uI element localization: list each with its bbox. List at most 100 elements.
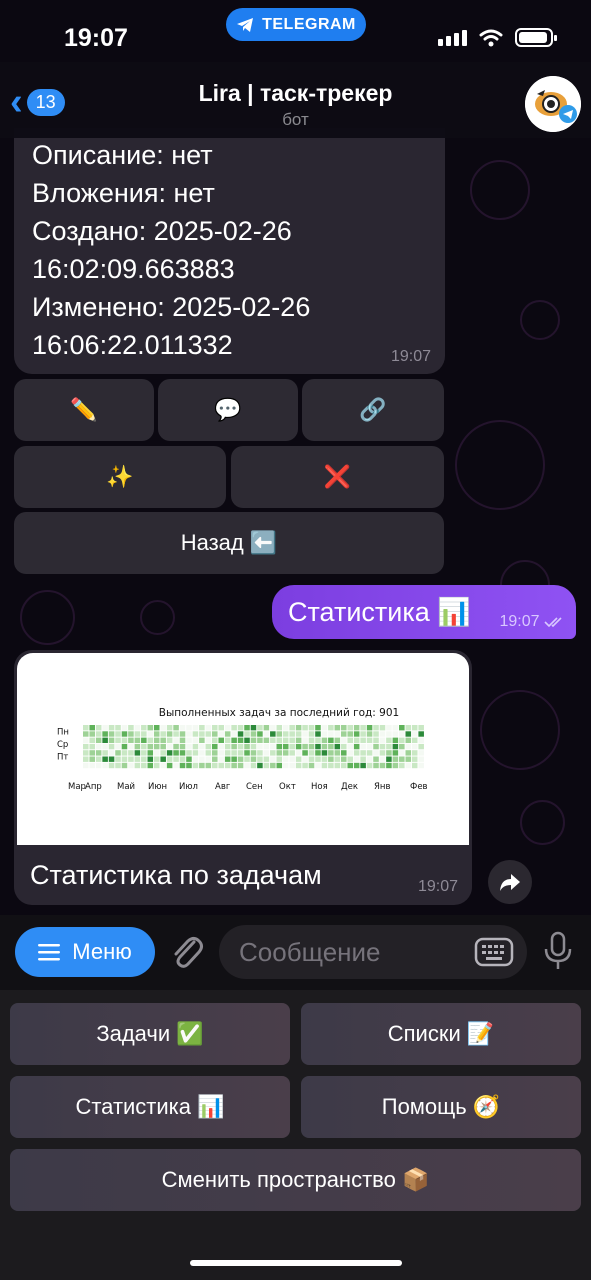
task-created-time-line: 16:02:09.663883 (32, 254, 235, 284)
heatmap-cell (392, 725, 399, 731)
heatmap-cell (334, 737, 341, 743)
task-attachments-line: Вложения: нет (32, 178, 215, 208)
comment-button[interactable]: 💬 (158, 379, 298, 441)
heatmap-cell (418, 731, 424, 737)
telegram-pill[interactable]: TELEGRAM (226, 8, 366, 41)
heatmap-cell (373, 756, 379, 762)
outgoing-time: 19:07 (499, 613, 540, 630)
heatmap-cell (373, 725, 379, 731)
heatmap-cell (379, 756, 386, 762)
switch-space-button[interactable]: Сменить пространство 📦 (10, 1149, 581, 1211)
heatmap-cell (186, 743, 192, 750)
heatmap-cell (173, 743, 179, 750)
heatmap-cell (192, 743, 199, 750)
heatmap-cell (405, 725, 412, 731)
heatmap-cell (386, 756, 392, 762)
heatmap-cell (289, 737, 295, 743)
heatmap-cell (231, 743, 237, 750)
back-inline-button[interactable]: Назад ⬅️ (14, 512, 444, 574)
home-indicator[interactable] (190, 1260, 402, 1266)
heatmap-cell (341, 750, 347, 756)
chat-title[interactable]: Lira | таск-трекер (0, 80, 591, 107)
heatmap-cell (257, 762, 263, 769)
lists-button[interactable]: Списки 📝 (301, 1003, 581, 1065)
heatmap-cell (321, 737, 328, 743)
paperclip-icon[interactable] (170, 933, 204, 971)
tasks-button[interactable]: Задачи ✅ (10, 1003, 290, 1065)
heatmap-cell (108, 762, 115, 769)
heatmap-cell (250, 737, 257, 743)
heatmap-cell (353, 737, 360, 743)
heatmap-cell (405, 731, 412, 737)
outgoing-message: Статистика 📊 19:07 (272, 585, 576, 639)
heatmap-x-label: Ноя (311, 782, 328, 792)
heatmap-cell (295, 762, 302, 769)
heatmap-cell (411, 762, 418, 769)
help-button[interactable]: Помощь 🧭 (301, 1076, 581, 1138)
heatmap-cell (102, 737, 108, 743)
heatmap-cell (315, 737, 321, 743)
heatmap-cell (392, 731, 399, 737)
heatmap-cell (237, 750, 244, 756)
heatmap-cell (250, 762, 257, 769)
sparkles-icon: ✨ (106, 464, 134, 489)
edit-button[interactable]: ✏️ (14, 379, 154, 441)
heatmap-cell (160, 750, 166, 756)
heatmap-cell (95, 762, 102, 769)
heatmap-cell (257, 743, 263, 750)
heatmap-cell (270, 731, 276, 737)
heatmap-cell (302, 725, 308, 731)
heatmap-cell (153, 743, 160, 750)
heatmap-cell (263, 731, 270, 737)
stats-image[interactable]: Выполненных задач за последний год: 901 … (17, 653, 469, 845)
telegram-pill-label: TELEGRAM (262, 15, 356, 33)
heatmap-cell (186, 756, 192, 762)
heatmap-cell (373, 737, 379, 743)
heatmap-cell (153, 731, 160, 737)
heatmap-x-label: Авг (215, 782, 231, 792)
chart-title: Выполненных задач за последний год: 901 (159, 707, 399, 719)
heatmap-cell (244, 756, 250, 762)
heatmap-cell (360, 725, 366, 731)
share-button[interactable] (488, 860, 532, 904)
heatmap-cell (295, 725, 302, 731)
heatmap-cell (128, 743, 134, 750)
heatmap-chart: Выполненных задач за последний год: 901 … (57, 707, 428, 792)
heatmap-cell (263, 737, 270, 743)
heatmap-cell (399, 731, 405, 737)
heatmap-cell (134, 731, 141, 737)
status-bar: 19:07 TELEGRAM (0, 0, 591, 70)
heatmap-cell (257, 750, 263, 756)
link-button[interactable]: 🔗 (302, 379, 444, 441)
task-modified-time-line: 16:06:22.011332 (32, 330, 233, 360)
heatmap-cell (282, 762, 289, 769)
heatmap-cell (199, 743, 205, 750)
heatmap-cell (315, 756, 321, 762)
heatmap-cell (276, 743, 283, 750)
heatmap-cell (379, 725, 386, 731)
statistics-button-label: Статистика 📊 (75, 1094, 225, 1119)
heatmap-cell (250, 731, 257, 737)
battery-icon (515, 28, 557, 47)
heatmap-cell (224, 743, 231, 750)
heatmap-cell (411, 725, 418, 731)
microphone-icon[interactable] (542, 931, 574, 971)
heatmap-cell (160, 737, 166, 743)
heatmap-cell (308, 756, 315, 762)
heatmap-cell (192, 762, 199, 769)
heatmap-cell (218, 762, 224, 769)
heatmap-cell (353, 731, 360, 737)
heatmap-cell (147, 743, 154, 750)
bot-avatar[interactable] (525, 76, 581, 132)
heatmap-cell (95, 737, 102, 743)
statistics-button[interactable]: Статистика 📊 (10, 1076, 290, 1138)
delete-button[interactable]: ❌ (231, 446, 444, 508)
bot-menu-button[interactable]: Меню (15, 927, 155, 977)
sparkle-button[interactable]: ✨ (14, 446, 226, 508)
heatmap-x-label: Сен (246, 782, 263, 792)
heatmap-cell (83, 756, 89, 762)
heatmap-cell (411, 756, 418, 762)
heatmap-cell (353, 762, 360, 769)
heatmap-cell (328, 756, 334, 762)
keyboard-icon[interactable] (474, 937, 514, 967)
